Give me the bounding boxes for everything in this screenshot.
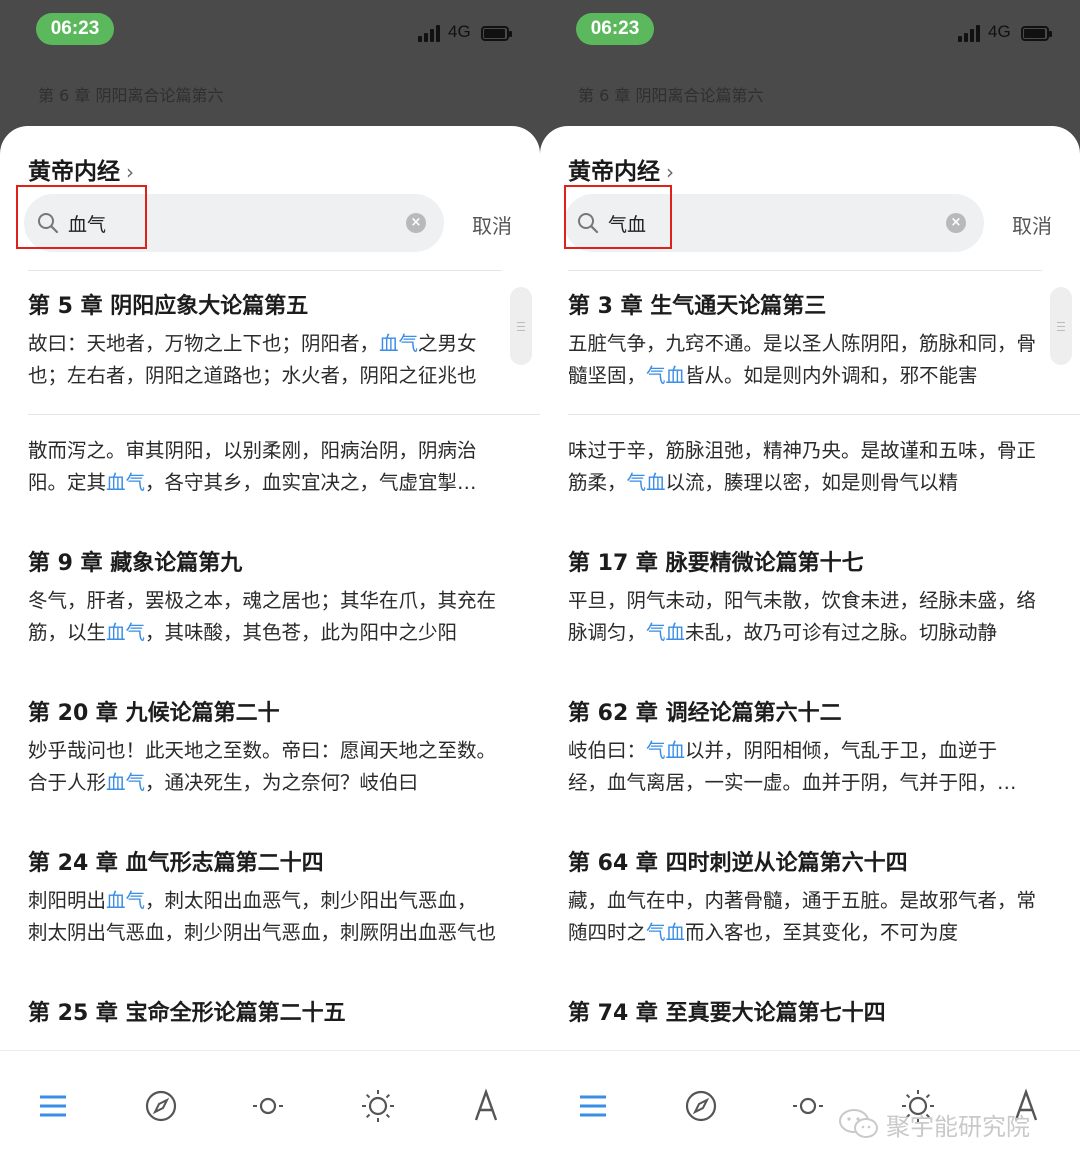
wechat-icon — [839, 1109, 878, 1138]
chevron-right-icon: › — [666, 160, 674, 184]
signal-icon — [958, 24, 984, 42]
status-bar: 06:23 4G — [0, 0, 540, 64]
cancel-button[interactable]: 取消 — [472, 210, 512, 239]
result-group: 第 3 章 生气通天论篇第三 五脏气争，九窍不通。是以圣人陈阴阳，筋脉和同，骨髓… — [540, 286, 1080, 499]
reader-panel-right: 06:23 4G 第 6 章 阴阳离合论篇第六 黄帝内经› × 取消 第 3 章… — [540, 0, 1080, 1171]
result-group: 第 25 章 宝命全形论篇第二十五 — [0, 993, 540, 1035]
search-results-list[interactable]: 第 5 章 阴阳应象大论篇第五 故曰：天地者，万物之上下也；阴阳者，血气之男女也… — [0, 286, 540, 1051]
menu-icon[interactable] — [33, 1086, 73, 1126]
chevron-right-icon: › — [126, 160, 134, 184]
brightness-low-icon[interactable] — [788, 1086, 828, 1126]
result-group: 第 24 章 血气形志篇第二十四 刺阳明出血气，刺太阳出血恶气，刺少阳出气恶血，… — [0, 843, 540, 949]
result-group: 第 9 章 藏象论篇第九 冬气，肝者，罢极之本，魂之居也；其华在爪，其充在筋，以… — [0, 543, 540, 649]
watermark: 聚宇能研究院 — [838, 1104, 1030, 1144]
screenshot-pair: 06:23 4G 第 6 章 阴阳离合论篇第六 黄帝内经› × 取消 第 5 章… — [0, 0, 1080, 1171]
result-snippet[interactable]: 岐伯曰：气血以并，阴阳相倾，气乱于卫，血逆于经，血气离居，一实一虚。血并于阴，气… — [540, 735, 1080, 799]
signal-icon — [418, 24, 444, 42]
result-chapter-title[interactable]: 第 5 章 阴阳应象大论篇第五 — [0, 286, 540, 328]
book-title-link[interactable]: 黄帝内经 › — [28, 152, 134, 186]
status-bar: 06:23 4G — [540, 0, 1080, 64]
result-snippet[interactable]: 藏，血气在中，内著骨髓，通于五脏。是故邪气者，常随四时之气血而入客也，至其变化，… — [540, 885, 1080, 949]
result-snippet[interactable]: 故曰：天地者，万物之上下也；阴阳者，血气之男女也；左右者，阴阳之道路也；水火者，… — [0, 328, 540, 392]
search-sheet: 黄帝内经› × 取消 第 3 章 生气通天论篇第三 五脏气争，九窍不通。是以圣人… — [540, 126, 1080, 1171]
divider — [28, 414, 540, 415]
result-chapter-title[interactable]: 第 17 章 脉要精微论篇第十七 — [540, 543, 1080, 585]
result-chapter-title[interactable]: 第 3 章 生气通天论篇第三 — [540, 286, 1080, 328]
search-input[interactable] — [608, 209, 908, 237]
book-title-link[interactable]: 黄帝内经 › — [568, 152, 674, 186]
result-snippet[interactable]: 冬气，肝者，罢极之本，魂之居也；其华在爪，其充在筋，以生血气，其味酸，其色苍，此… — [0, 585, 540, 649]
result-chapter-title[interactable]: 第 24 章 血气形志篇第二十四 — [0, 843, 540, 885]
search-bar[interactable]: × — [564, 194, 984, 252]
result-chapter-title[interactable]: 第 20 章 九候论篇第二十 — [0, 693, 540, 735]
clear-search-icon[interactable]: × — [946, 213, 966, 233]
search-icon — [38, 213, 59, 234]
brightness-high-icon[interactable] — [358, 1086, 398, 1126]
result-group: 第 20 章 九候论篇第二十 妙乎哉问也！此天地之至数。帝曰：愿闻天地之至数。合… — [0, 693, 540, 799]
reader-panel-left: 06:23 4G 第 6 章 阴阳离合论篇第六 黄帝内经› × 取消 第 5 章… — [0, 0, 540, 1171]
search-icon — [578, 213, 599, 234]
clear-search-icon[interactable]: × — [406, 213, 426, 233]
divider — [28, 270, 502, 271]
compass-icon[interactable] — [141, 1086, 181, 1126]
search-results-list[interactable]: 第 3 章 生气通天论篇第三 五脏气争，九窍不通。是以圣人陈阴阳，筋脉和同，骨髓… — [540, 286, 1080, 1051]
result-group: 第 74 章 至真要大论篇第七十四 — [540, 993, 1080, 1035]
result-snippet[interactable]: 妙乎哉问也！此天地之至数。帝曰：愿闻天地之至数。合于人形血气，通决死生，为之奈何… — [0, 735, 540, 799]
current-chapter-title: 第 6 章 阴阳离合论篇第六 — [578, 86, 764, 105]
result-chapter-title[interactable]: 第 9 章 藏象论篇第九 — [0, 543, 540, 585]
result-chapter-title[interactable]: 第 74 章 至真要大论篇第七十四 — [540, 993, 1080, 1035]
book-title: 黄帝内经 — [568, 159, 660, 185]
battery-icon — [481, 26, 512, 41]
brightness-low-icon[interactable] — [248, 1086, 288, 1126]
book-title: 黄帝内经 — [28, 159, 120, 185]
network-type: 4G — [988, 22, 1011, 41]
result-chapter-title[interactable]: 第 25 章 宝命全形论篇第二十五 — [0, 993, 540, 1035]
result-snippet[interactable]: 散而泻之。审其阴阳，以别柔刚，阳病治阴，阴病治阳。定其血气，各守其乡，血实宜决之… — [0, 435, 540, 499]
search-input[interactable] — [68, 209, 368, 237]
font-icon[interactable] — [466, 1086, 506, 1126]
result-group: 第 64 章 四时刺逆从论篇第六十四 藏，血气在中，内著骨髓，通于五脏。是故邪气… — [540, 843, 1080, 949]
status-time: 06:23 — [576, 13, 654, 45]
result-snippet[interactable]: 刺阳明出血气，刺太阳出血恶气，刺少阳出气恶血，刺太阴出气恶血，刺少阴出气恶血，刺… — [0, 885, 540, 949]
result-chapter-title[interactable]: 第 62 章 调经论篇第六十二 — [540, 693, 1080, 735]
result-snippet[interactable]: 平旦，阴气未动，阳气未散，饮食未进，经脉未盛，络脉调匀，气血未乱，故乃可诊有过之… — [540, 585, 1080, 649]
result-snippet[interactable]: 五脏气争，九窍不通。是以圣人陈阴阳，筋脉和同，骨髓坚固，气血皆从。如是则内外调和… — [540, 328, 1080, 392]
watermark-text: 聚宇能研究院 — [886, 1112, 1030, 1141]
compass-icon[interactable] — [681, 1086, 721, 1126]
bottom-toolbar — [0, 1051, 540, 1171]
menu-icon[interactable] — [573, 1086, 613, 1126]
status-time: 06:23 — [36, 13, 114, 45]
battery-icon — [1021, 26, 1052, 41]
result-snippet[interactable]: 味过于辛，筋脉沮弛，精神乃央。是故谨和五味，骨正筋柔，气血以流，腠理以密，如是则… — [540, 435, 1080, 499]
current-chapter-title: 第 6 章 阴阳离合论篇第六 — [38, 86, 224, 105]
network-type: 4G — [448, 22, 471, 41]
scroll-handle[interactable] — [510, 287, 532, 365]
cancel-button[interactable]: 取消 — [1012, 210, 1052, 239]
result-group: 第 17 章 脉要精微论篇第十七 平旦，阴气未动，阳气未散，饮食未进，经脉未盛，… — [540, 543, 1080, 649]
result-group: 第 62 章 调经论篇第六十二 岐伯曰：气血以并，阴阳相倾，气乱于卫，血逆于经，… — [540, 693, 1080, 799]
divider — [568, 270, 1042, 271]
search-bar[interactable]: × — [24, 194, 444, 252]
divider — [568, 414, 1080, 415]
result-chapter-title[interactable]: 第 64 章 四时刺逆从论篇第六十四 — [540, 843, 1080, 885]
search-sheet: 黄帝内经› × 取消 第 5 章 阴阳应象大论篇第五 故曰：天地者，万物之上下也… — [0, 126, 540, 1171]
scroll-handle[interactable] — [1050, 287, 1072, 365]
result-group: 第 5 章 阴阳应象大论篇第五 故曰：天地者，万物之上下也；阴阳者，血气之男女也… — [0, 286, 540, 499]
